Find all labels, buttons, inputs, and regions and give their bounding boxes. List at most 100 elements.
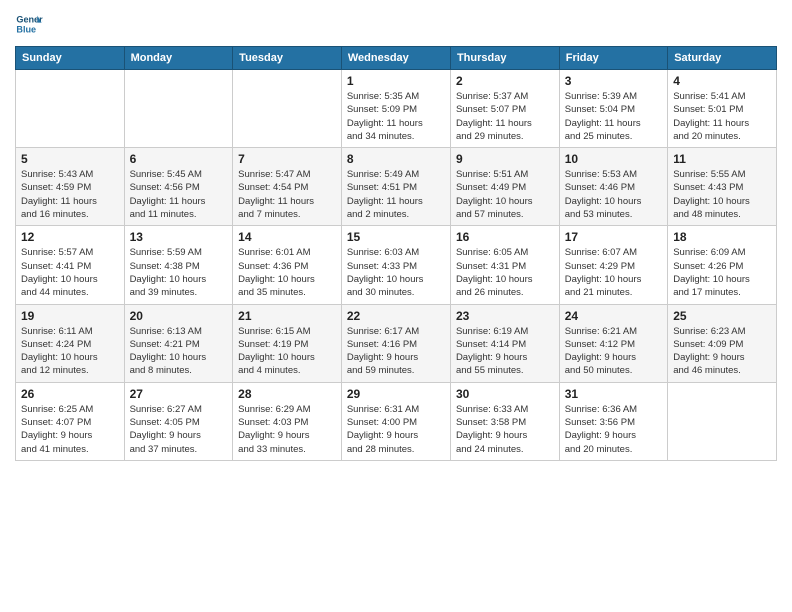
- calendar-cell: 18 Sunrise: 6:09 AM Sunset: 4:26 PM Dayli…: [668, 226, 777, 304]
- day-number: 21: [238, 309, 336, 323]
- day-info: Sunrise: 6:09 AM Sunset: 4:26 PM Dayligh…: [673, 246, 771, 299]
- calendar-cell: 13 Sunrise: 5:59 AM Sunset: 4:38 PM Dayli…: [124, 226, 233, 304]
- day-info: Sunrise: 5:47 AM Sunset: 4:54 PM Dayligh…: [238, 168, 336, 221]
- day-number: 29: [347, 387, 445, 401]
- calendar-cell: 21Sunrise: 6:15 AM Sunset: 4:19 PM Dayli…: [233, 304, 342, 382]
- col-header-tuesday: Tuesday: [233, 47, 342, 70]
- day-info: Sunrise: 6:19 AM Sunset: 4:14 PM Dayligh…: [456, 325, 554, 378]
- calendar-cell: 3Sunrise: 5:39 AM Sunset: 5:04 PM Daylig…: [559, 70, 667, 148]
- calendar-cell: 16 Sunrise: 6:05 AM Sunset: 4:31 PM Dayli…: [450, 226, 559, 304]
- day-number: 10: [565, 152, 662, 166]
- day-number: 13: [130, 230, 228, 244]
- calendar-header-row: SundayMondayTuesdayWednesdayThursdayFrid…: [16, 47, 777, 70]
- col-header-wednesday: Wednesday: [341, 47, 450, 70]
- calendar-cell: [233, 70, 342, 148]
- calendar-cell: 25 Sunrise: 6:23 AM Sunset: 4:09 PM Dayli…: [668, 304, 777, 382]
- calendar-cell: 9Sunrise: 5:51 AM Sunset: 4:49 PM Daylig…: [450, 148, 559, 226]
- day-number: 15: [347, 230, 445, 244]
- day-info: Sunrise: 6:11 AM Sunset: 4:24 PM Dayligh…: [21, 325, 119, 378]
- week-row-1: 1 Sunrise: 5:35 AM Sunset: 5:09 PM Daylig…: [16, 70, 777, 148]
- day-number: 16: [456, 230, 554, 244]
- calendar-cell: 6 Sunrise: 5:45 AM Sunset: 4:56 PM Daylig…: [124, 148, 233, 226]
- day-number: 4: [673, 74, 771, 88]
- calendar-cell: 1 Sunrise: 5:35 AM Sunset: 5:09 PM Daylig…: [341, 70, 450, 148]
- calendar-cell: 2 Sunrise: 5:37 AM Sunset: 5:07 PM Daylig…: [450, 70, 559, 148]
- col-header-sunday: Sunday: [16, 47, 125, 70]
- calendar-cell: 30Sunrise: 6:33 AM Sunset: 3:58 PM Dayli…: [450, 382, 559, 460]
- day-info: Sunrise: 5:43 AM Sunset: 4:59 PM Dayligh…: [21, 168, 119, 221]
- calendar-cell: [124, 70, 233, 148]
- svg-text:Blue: Blue: [16, 24, 36, 34]
- calendar-cell: 7Sunrise: 5:47 AM Sunset: 4:54 PM Daylig…: [233, 148, 342, 226]
- day-info: Sunrise: 5:35 AM Sunset: 5:09 PM Dayligh…: [347, 90, 445, 143]
- day-info: Sunrise: 5:55 AM Sunset: 4:43 PM Dayligh…: [673, 168, 771, 221]
- week-row-3: 12Sunrise: 5:57 AM Sunset: 4:41 PM Dayli…: [16, 226, 777, 304]
- calendar-cell: 4 Sunrise: 5:41 AM Sunset: 5:01 PM Daylig…: [668, 70, 777, 148]
- calendar-cell: 22Sunrise: 6:17 AM Sunset: 4:16 PM Dayli…: [341, 304, 450, 382]
- day-info: Sunrise: 5:37 AM Sunset: 5:07 PM Dayligh…: [456, 90, 554, 143]
- calendar-cell: 28Sunrise: 6:29 AM Sunset: 4:03 PM Dayli…: [233, 382, 342, 460]
- day-number: 20: [130, 309, 228, 323]
- day-number: 27: [130, 387, 228, 401]
- day-number: 31: [565, 387, 662, 401]
- day-info: Sunrise: 5:59 AM Sunset: 4:38 PM Dayligh…: [130, 246, 228, 299]
- day-info: Sunrise: 6:03 AM Sunset: 4:33 PM Dayligh…: [347, 246, 445, 299]
- col-header-monday: Monday: [124, 47, 233, 70]
- calendar-cell: 8 Sunrise: 5:49 AM Sunset: 4:51 PM Daylig…: [341, 148, 450, 226]
- day-info: Sunrise: 5:45 AM Sunset: 4:56 PM Dayligh…: [130, 168, 228, 221]
- day-number: 25: [673, 309, 771, 323]
- day-number: 8: [347, 152, 445, 166]
- col-header-thursday: Thursday: [450, 47, 559, 70]
- day-info: Sunrise: 6:05 AM Sunset: 4:31 PM Dayligh…: [456, 246, 554, 299]
- day-number: 1: [347, 74, 445, 88]
- week-row-5: 26 Sunrise: 6:25 AM Sunset: 4:07 PM Dayli…: [16, 382, 777, 460]
- calendar-cell: 19 Sunrise: 6:11 AM Sunset: 4:24 PM Dayli…: [16, 304, 125, 382]
- week-row-2: 5 Sunrise: 5:43 AM Sunset: 4:59 PM Daylig…: [16, 148, 777, 226]
- calendar-cell: 12Sunrise: 5:57 AM Sunset: 4:41 PM Dayli…: [16, 226, 125, 304]
- day-number: 3: [565, 74, 662, 88]
- calendar-cell: 24 Sunrise: 6:21 AM Sunset: 4:12 PM Dayli…: [559, 304, 667, 382]
- calendar-cell: 27 Sunrise: 6:27 AM Sunset: 4:05 PM Dayli…: [124, 382, 233, 460]
- day-number: 5: [21, 152, 119, 166]
- calendar-table: SundayMondayTuesdayWednesdayThursdayFrid…: [15, 46, 777, 461]
- day-number: 14: [238, 230, 336, 244]
- calendar-cell: [16, 70, 125, 148]
- day-number: 18: [673, 230, 771, 244]
- calendar-cell: 5 Sunrise: 5:43 AM Sunset: 4:59 PM Daylig…: [16, 148, 125, 226]
- calendar-cell: 31 Sunrise: 6:36 AM Sunset: 3:56 PM Dayli…: [559, 382, 667, 460]
- col-header-friday: Friday: [559, 47, 667, 70]
- day-info: Sunrise: 6:21 AM Sunset: 4:12 PM Dayligh…: [565, 325, 662, 378]
- day-number: 11: [673, 152, 771, 166]
- day-number: 19: [21, 309, 119, 323]
- day-info: Sunrise: 5:53 AM Sunset: 4:46 PM Dayligh…: [565, 168, 662, 221]
- day-number: 2: [456, 74, 554, 88]
- day-info: Sunrise: 6:25 AM Sunset: 4:07 PM Dayligh…: [21, 403, 119, 456]
- calendar-cell: 26 Sunrise: 6:25 AM Sunset: 4:07 PM Dayli…: [16, 382, 125, 460]
- calendar-cell: 11 Sunrise: 5:55 AM Sunset: 4:43 PM Dayli…: [668, 148, 777, 226]
- day-number: 12: [21, 230, 119, 244]
- calendar-cell: 20Sunrise: 6:13 AM Sunset: 4:21 PM Dayli…: [124, 304, 233, 382]
- calendar-cell: 14Sunrise: 6:01 AM Sunset: 4:36 PM Dayli…: [233, 226, 342, 304]
- day-info: Sunrise: 6:36 AM Sunset: 3:56 PM Dayligh…: [565, 403, 662, 456]
- day-info: Sunrise: 6:31 AM Sunset: 4:00 PM Dayligh…: [347, 403, 445, 456]
- day-number: 30: [456, 387, 554, 401]
- day-number: 24: [565, 309, 662, 323]
- col-header-saturday: Saturday: [668, 47, 777, 70]
- calendar-cell: [668, 382, 777, 460]
- day-number: 26: [21, 387, 119, 401]
- day-number: 22: [347, 309, 445, 323]
- calendar-cell: 15 Sunrise: 6:03 AM Sunset: 4:33 PM Dayli…: [341, 226, 450, 304]
- day-number: 23: [456, 309, 554, 323]
- day-info: Sunrise: 6:27 AM Sunset: 4:05 PM Dayligh…: [130, 403, 228, 456]
- day-number: 28: [238, 387, 336, 401]
- day-info: Sunrise: 5:49 AM Sunset: 4:51 PM Dayligh…: [347, 168, 445, 221]
- calendar-cell: 29 Sunrise: 6:31 AM Sunset: 4:00 PM Dayli…: [341, 382, 450, 460]
- day-number: 9: [456, 152, 554, 166]
- week-row-4: 19 Sunrise: 6:11 AM Sunset: 4:24 PM Dayli…: [16, 304, 777, 382]
- day-number: 17: [565, 230, 662, 244]
- day-info: Sunrise: 6:23 AM Sunset: 4:09 PM Dayligh…: [673, 325, 771, 378]
- day-number: 6: [130, 152, 228, 166]
- calendar-cell: 17 Sunrise: 6:07 AM Sunset: 4:29 PM Dayli…: [559, 226, 667, 304]
- day-info: Sunrise: 6:07 AM Sunset: 4:29 PM Dayligh…: [565, 246, 662, 299]
- day-info: Sunrise: 5:41 AM Sunset: 5:01 PM Dayligh…: [673, 90, 771, 143]
